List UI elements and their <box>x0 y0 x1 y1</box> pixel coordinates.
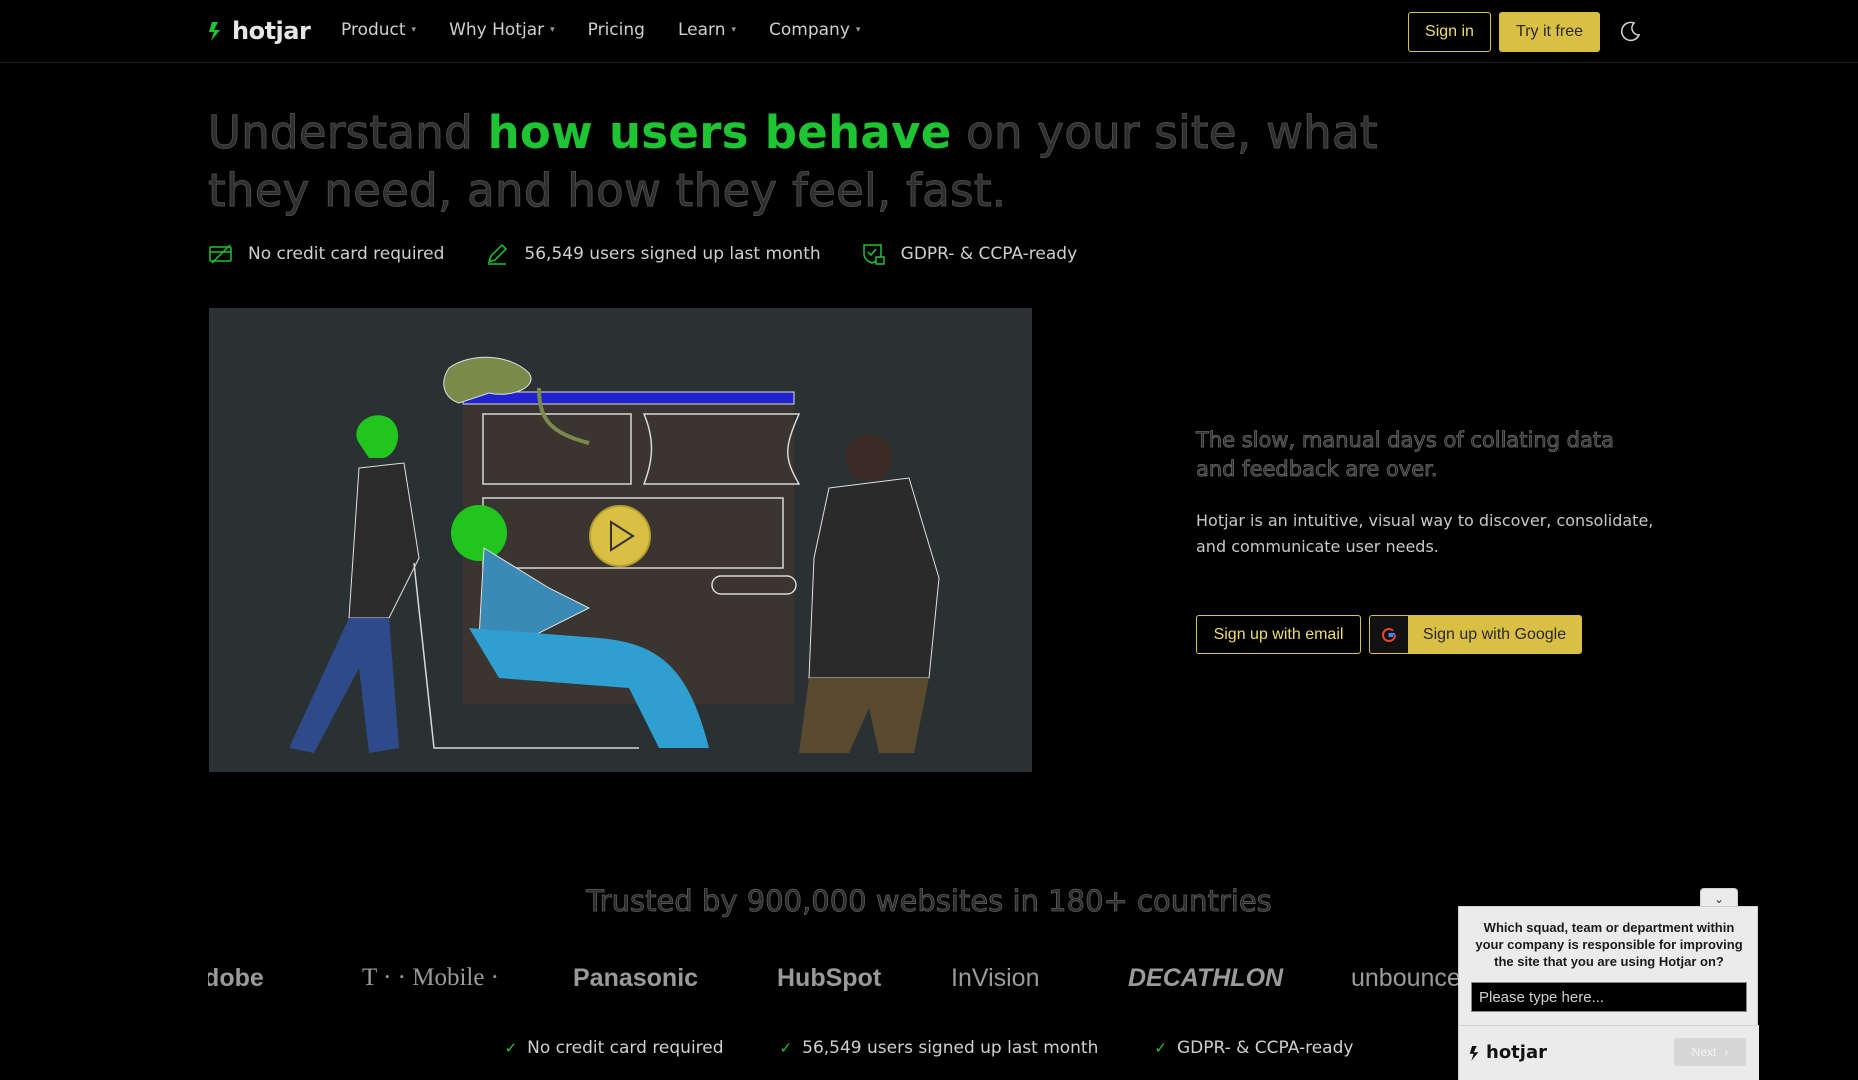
logo-invision: InVision <box>951 964 1040 992</box>
menu-item-company[interactable]: Company ▾ <box>769 20 860 40</box>
badge-label: No credit card required <box>248 244 445 264</box>
menu-item-label: Product <box>341 20 406 40</box>
try-it-free-button[interactable]: Try it free <box>1499 12 1600 52</box>
check-icon: ✓ <box>779 1039 793 1057</box>
google-icon <box>1370 616 1408 653</box>
google-button-label: Sign up with Google <box>1422 625 1567 643</box>
check-icon: ✓ <box>504 1039 518 1057</box>
next-label: Next <box>1691 1045 1717 1059</box>
widget-logo-text: hotjar <box>1486 1042 1547 1063</box>
check-gdpr: ✓ GDPR- & CCPA-ready <box>1154 1038 1353 1058</box>
menu-item-why-hotjar[interactable]: Why Hotjar ▾ <box>449 20 555 40</box>
survey-answer-input[interactable] <box>1471 982 1747 1012</box>
check-no-credit-card: ✓ No credit card required <box>505 1038 724 1058</box>
logo-tmobile: T · · Mobile · <box>362 964 500 991</box>
main-menu: Product ▾ Why Hotjar ▾ Pricing Learn ▾ C… <box>341 20 893 40</box>
survey-widget: Which squad, team or department within y… <box>1458 906 1759 1080</box>
menu-item-label: Learn <box>677 20 726 40</box>
menu-item-label: Company <box>769 20 850 40</box>
menu-item-label: Pricing <box>587 20 645 40</box>
hero-subtext: Hotjar is an intuitive, visual way to di… <box>1196 511 1654 556</box>
play-icon <box>589 505 651 567</box>
headline-text: Understand <box>208 106 488 160</box>
logo-decathlon: DECATHLON <box>1128 964 1284 992</box>
hotjar-flame-icon <box>209 22 220 41</box>
chevron-down-icon: ▾ <box>411 25 417 35</box>
sign-up-google-button[interactable]: Sign up with Google <box>1369 615 1582 654</box>
logo-adobe: Adobe <box>208 964 264 992</box>
pencil-icon <box>488 243 508 265</box>
chevron-down-icon: ▾ <box>731 25 736 35</box>
chevron-down-icon: ▾ <box>855 25 861 35</box>
menu-item-label: Why Hotjar <box>449 20 545 40</box>
sign-up-email-button[interactable]: Sign up with email <box>1196 615 1361 654</box>
widget-collapse-button[interactable]: ⌄ <box>1700 888 1738 908</box>
logo-text: hotjar <box>232 17 311 45</box>
badge-no-credit-card: No credit card required <box>208 242 444 266</box>
widget-hotjar-logo: hotjar <box>1469 1042 1547 1063</box>
badge-label: 56,549 users signed up last month <box>524 244 821 264</box>
logo-unbounce: unbounce <box>1351 964 1458 992</box>
survey-next-button[interactable]: Next › <box>1674 1038 1746 1066</box>
badge-gdpr: GDPR- & CCPA-ready <box>861 242 1077 266</box>
hotjar-flame-icon <box>1469 1045 1479 1061</box>
hotjar-logo[interactable]: hotjar <box>208 16 311 46</box>
badge-signups: 56,549 users signed up last month <box>484 242 821 266</box>
menu-item-product[interactable]: Product ▾ <box>341 20 416 40</box>
credit-card-icon <box>209 244 232 264</box>
hero-headline: Understand how users behave on your site… <box>208 104 1458 220</box>
hero-lead: The slow, manual days of collating data … <box>1196 428 1615 482</box>
check-label: 56,549 users signed up last month <box>802 1038 1099 1058</box>
hero-badges: No credit card required 56,549 users sig… <box>208 242 1117 266</box>
hero-video[interactable] <box>209 308 1032 772</box>
menu-item-learn[interactable]: Learn ▾ <box>678 20 736 40</box>
badge-label: GDPR- & CCPA-ready <box>900 244 1078 264</box>
survey-footer: hotjar Next › <box>1459 1025 1759 1080</box>
moon-icon[interactable] <box>1618 20 1642 44</box>
sign-in-button[interactable]: Sign in <box>1408 12 1491 52</box>
customer-logos: Adobe T · · Mobile · Panasonic HubSpot I… <box>208 960 1458 1000</box>
menu-item-pricing[interactable]: Pricing <box>588 20 645 40</box>
check-label: GDPR- & CCPA-ready <box>1176 1038 1354 1058</box>
chevron-right-icon: › <box>1724 1045 1729 1059</box>
check-icon: ✓ <box>1154 1039 1167 1057</box>
logo-panasonic: Panasonic <box>573 964 699 992</box>
headline-highlight: how users behave <box>487 106 952 159</box>
chevron-down-icon: ▾ <box>550 25 555 35</box>
survey-question: Which squad, team or department within y… <box>1475 920 1743 969</box>
top-nav: hotjar Product ▾ Why Hotjar ▾ Pricing Le… <box>0 0 1858 63</box>
logo-hubspot: HubSpot <box>777 964 882 992</box>
check-signups: ✓ 56,549 users signed up last month <box>780 1038 1099 1058</box>
chevron-down-icon: ⌄ <box>1713 891 1725 906</box>
check-label: No credit card required <box>527 1038 724 1058</box>
shield-lock-icon <box>862 244 885 265</box>
hero-illustration <box>289 356 940 753</box>
